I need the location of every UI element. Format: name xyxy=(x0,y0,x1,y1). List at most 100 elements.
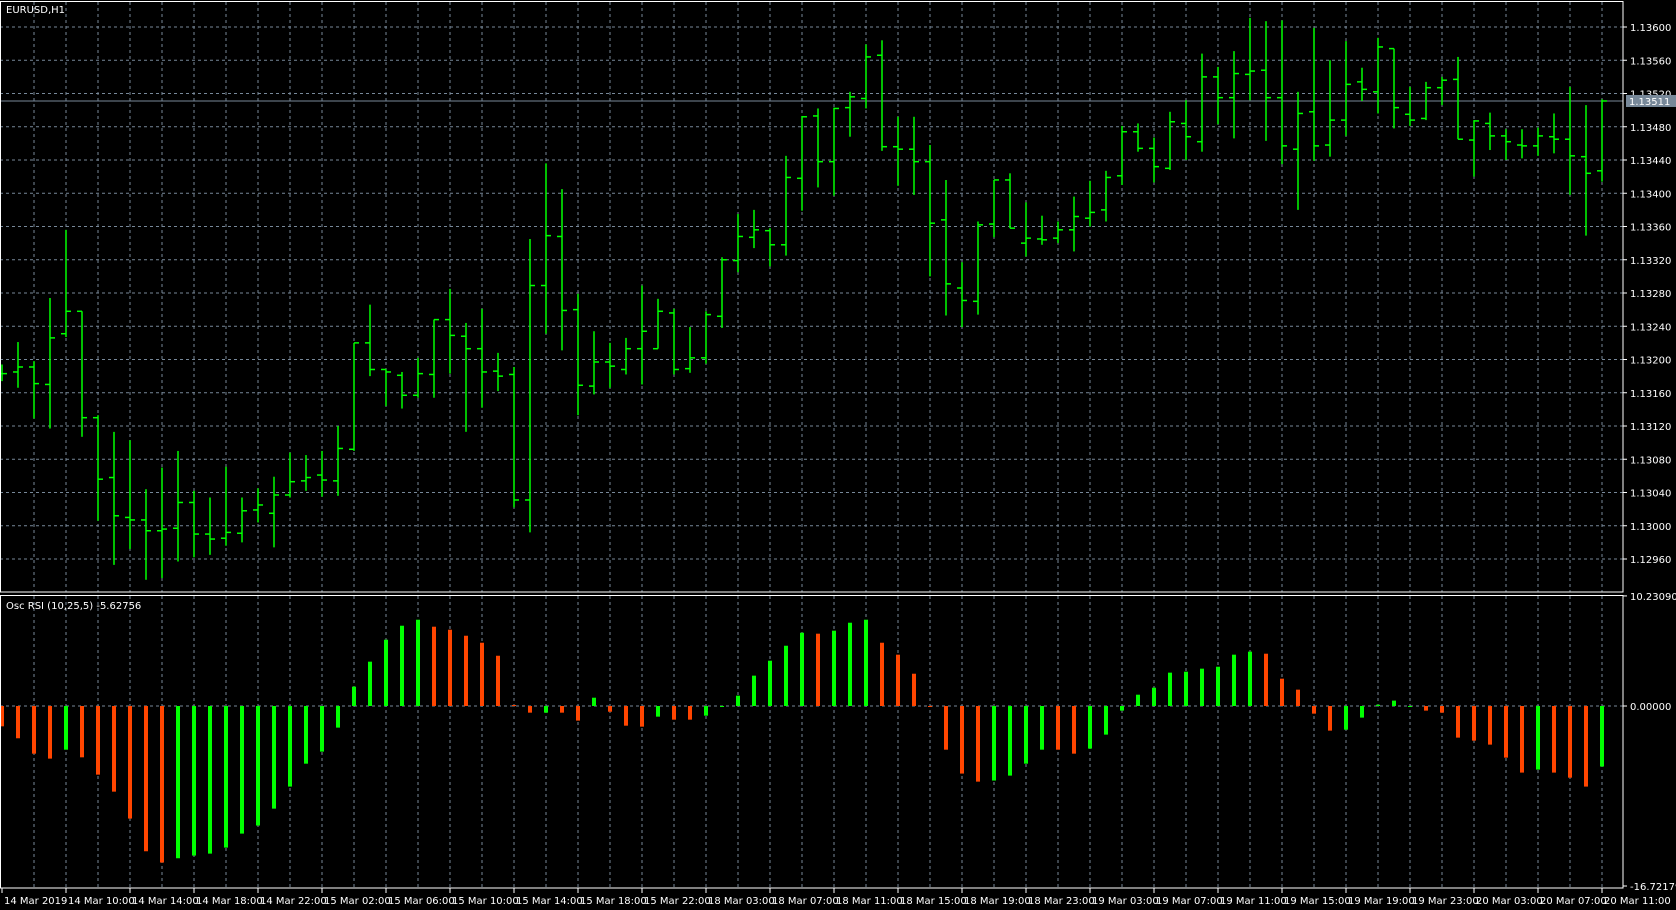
ohlc-bar xyxy=(1485,112,1495,151)
time-tick-label: 14 Mar 10:00 xyxy=(68,896,135,907)
time-tick-label: 19 Mar 11:00 xyxy=(1220,896,1287,907)
ohlc-bar xyxy=(77,310,87,437)
osc-bar xyxy=(1312,706,1316,714)
osc-bar xyxy=(656,706,660,717)
time-tick-label: 14 Mar 2019 xyxy=(4,896,67,907)
price-tick-label: 1.13080 xyxy=(1630,455,1671,466)
time-tick-label: 15 Mar 02:00 xyxy=(324,896,391,907)
ohlc-bar xyxy=(477,308,487,408)
ohlc-bar xyxy=(333,426,343,496)
osc-bar xyxy=(480,642,484,706)
time-tick-label: 14 Mar 22:00 xyxy=(260,896,327,907)
time-tick-label: 18 Mar 23:00 xyxy=(1028,896,1095,907)
ohlc-bar xyxy=(765,228,775,267)
ohlc-bar xyxy=(445,288,455,374)
osc-bar xyxy=(320,706,324,752)
ohlc-bar xyxy=(909,116,919,195)
osc-bar xyxy=(1472,706,1476,741)
ohlc-bar xyxy=(0,364,7,382)
axes: 1.136001.135601.135201.134801.134401.134… xyxy=(1,23,1676,907)
osc-bar xyxy=(176,706,180,859)
ohlc-bar xyxy=(1357,67,1367,101)
osc-bar xyxy=(1024,706,1028,764)
osc-bar xyxy=(1184,671,1188,706)
osc-bar xyxy=(1456,706,1460,738)
osc-bar xyxy=(896,654,900,706)
ohlc-bar xyxy=(493,352,503,392)
osc-bar xyxy=(720,706,724,707)
osc-bar xyxy=(1376,704,1380,706)
time-tick-label: 18 Mar 15:00 xyxy=(900,896,967,907)
ohlc-bar xyxy=(1149,137,1159,183)
osc-bar xyxy=(1056,706,1060,750)
ohlc-bar xyxy=(1117,125,1127,185)
current-price-label: 1.13511 xyxy=(1629,97,1670,108)
osc-bar xyxy=(544,706,548,713)
osc-bar xyxy=(288,706,292,787)
price-tick-label: 1.13480 xyxy=(1630,123,1671,134)
osc-bar xyxy=(944,706,948,750)
osc-bar xyxy=(1120,706,1124,711)
osc-bar xyxy=(1360,706,1364,718)
osc-bar xyxy=(560,706,564,713)
ohlc-bar xyxy=(301,455,311,491)
ohlc-bar xyxy=(13,342,23,388)
osc-bar xyxy=(736,695,740,706)
ohlc-bar xyxy=(237,497,247,543)
price-tick-label: 1.13200 xyxy=(1630,356,1671,367)
price-tick-label: 1.13360 xyxy=(1630,223,1671,234)
indicator-label: Osc RSI (10,25,5) -5.62756 xyxy=(6,601,141,612)
time-tick-label: 15 Mar 06:00 xyxy=(388,896,455,907)
ohlc-bar xyxy=(1229,51,1239,139)
ohlc-bar xyxy=(189,490,199,558)
osc-bar xyxy=(1344,706,1348,730)
osc-bar xyxy=(1216,666,1220,706)
ohlc-bar xyxy=(1325,60,1335,157)
ohlc-bar xyxy=(1405,86,1415,126)
ohlc-bar xyxy=(1469,120,1479,177)
time-tick-label: 15 Mar 18:00 xyxy=(580,896,647,907)
price-tick-label: 1.13400 xyxy=(1630,189,1671,200)
osc-bar xyxy=(912,673,916,706)
ohlc-bar xyxy=(1517,129,1527,159)
ohlc-bar xyxy=(829,107,839,196)
osc-bar xyxy=(576,706,580,721)
ohlc-bar xyxy=(269,476,279,548)
ohlc-bar xyxy=(637,285,647,385)
osc-bar xyxy=(1520,706,1524,773)
ohlc-bar xyxy=(845,91,855,137)
osc-bar xyxy=(816,633,820,706)
chart-canvas[interactable]: 1.136001.135601.135201.134801.134401.134… xyxy=(0,0,1676,910)
osc-bar xyxy=(800,632,804,706)
osc-bar xyxy=(992,706,996,781)
ohlc-bar xyxy=(1037,215,1047,245)
osc-bar xyxy=(1536,706,1540,770)
osc-bar xyxy=(400,625,404,706)
osc-bar xyxy=(160,706,164,863)
osc-bar xyxy=(48,706,52,759)
price-tick-label: 1.13040 xyxy=(1630,489,1671,500)
osc-bar xyxy=(1280,678,1284,706)
osc-bar xyxy=(1568,706,1572,778)
ohlc-bar xyxy=(589,331,599,395)
time-tick-label: 19 Mar 19:00 xyxy=(1348,896,1415,907)
ohlc-bar xyxy=(781,155,791,256)
osc-tick-label: -16.72179 xyxy=(1630,882,1676,893)
price-bars xyxy=(0,17,1607,580)
ohlc-bar xyxy=(317,450,327,497)
osc-bar xyxy=(784,645,788,706)
osc-bar xyxy=(1232,654,1236,706)
ohlc-bar xyxy=(1373,37,1383,114)
osc-bar xyxy=(1072,706,1076,754)
time-tick-label: 18 Mar 19:00 xyxy=(964,896,1031,907)
ohlc-bar xyxy=(1341,41,1351,136)
ohlc-bar xyxy=(221,466,231,546)
osc-bar xyxy=(1008,706,1012,776)
osc-bar xyxy=(928,706,932,707)
ohlc-bar xyxy=(29,361,39,419)
ohlc-bar xyxy=(125,440,135,550)
ohlc-bar xyxy=(989,179,999,238)
osc-bar xyxy=(1248,651,1252,706)
osc-bar xyxy=(624,706,628,726)
ohlc-bar xyxy=(605,342,615,388)
